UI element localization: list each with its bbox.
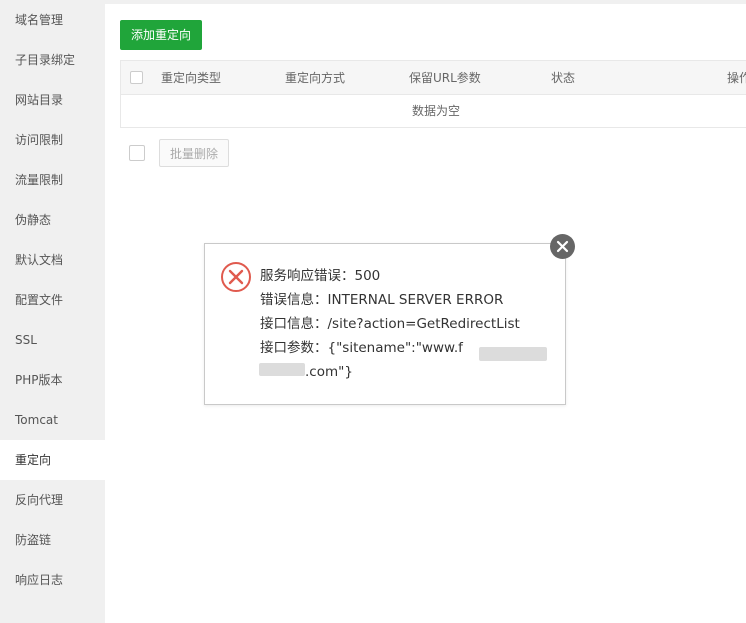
sidebar-item-site-directory[interactable]: 网站目录 <box>0 80 105 120</box>
add-redirect-button[interactable]: 添加重定向 <box>120 20 202 50</box>
sidebar-item-response-log[interactable]: 响应日志 <box>0 560 105 600</box>
sidebar-item-php-version[interactable]: PHP版本 <box>0 360 105 400</box>
sidebar-item-redirect[interactable]: 重定向 <box>0 440 105 480</box>
select-all-checkbox[interactable] <box>130 71 143 84</box>
sidebar-item-ssl[interactable]: SSL <box>0 320 105 360</box>
column-header-redirect-type: 重定向类型 <box>161 71 222 85</box>
column-header-keep-url-params: 保留URL参数 <box>409 71 481 85</box>
sidebar-item-tomcat[interactable]: Tomcat <box>0 400 105 440</box>
batch-delete-button[interactable]: 批量删除 <box>159 139 229 167</box>
redacted-text <box>259 363 305 376</box>
error-x-icon <box>221 262 251 292</box>
sidebar-item-access-limit[interactable]: 访问限制 <box>0 120 105 160</box>
error-status-line: 服务响应错误：500 <box>260 268 381 284</box>
sidebar-item-traffic-limit[interactable]: 流量限制 <box>0 160 105 200</box>
sidebar-item-default-doc[interactable]: 默认文档 <box>0 240 105 280</box>
empty-state-text: 数据为空 <box>411 104 460 118</box>
column-header-redirect-method: 重定向方式 <box>285 71 346 85</box>
error-message-line: 错误信息：INTERNAL SERVER ERROR <box>260 292 504 308</box>
column-header-actions: 操作 <box>727 71 746 85</box>
column-header-status: 状态 <box>551 71 576 85</box>
error-params-line: 接口参数：{"sitename":"www.f <box>260 340 463 356</box>
sidebar-item-domain[interactable]: 域名管理 <box>0 0 105 40</box>
error-params-line-continued: .com"} <box>305 364 353 380</box>
sidebar-item-subdir-binding[interactable]: 子目录绑定 <box>0 40 105 80</box>
sidebar-item-config-file[interactable]: 配置文件 <box>0 280 105 320</box>
table-header: 重定向类型 重定向方式 保留URL参数 状态 操作 <box>121 61 746 95</box>
batch-select-checkbox[interactable] <box>129 145 145 161</box>
error-dialog: 服务响应错误：500 错误信息：INTERNAL SERVER ERROR 接口… <box>204 243 566 405</box>
close-dialog-button[interactable] <box>550 234 575 259</box>
error-endpoint-line: 接口信息：/site?action=GetRedirectList <box>260 316 520 332</box>
redacted-text <box>479 347 547 361</box>
top-border <box>105 0 746 4</box>
redirect-table: 重定向类型 重定向方式 保留URL参数 状态 操作 数据为空 <box>120 60 746 128</box>
sidebar-item-reverse-proxy[interactable]: 反向代理 <box>0 480 105 520</box>
close-icon <box>556 240 569 253</box>
sidebar-item-rewrite[interactable]: 伪静态 <box>0 200 105 240</box>
sidebar-item-hotlink-protection[interactable]: 防盗链 <box>0 520 105 560</box>
sidebar: 域名管理 子目录绑定 网站目录 访问限制 流量限制 伪静态 默认文档 配置文件 … <box>0 0 105 623</box>
